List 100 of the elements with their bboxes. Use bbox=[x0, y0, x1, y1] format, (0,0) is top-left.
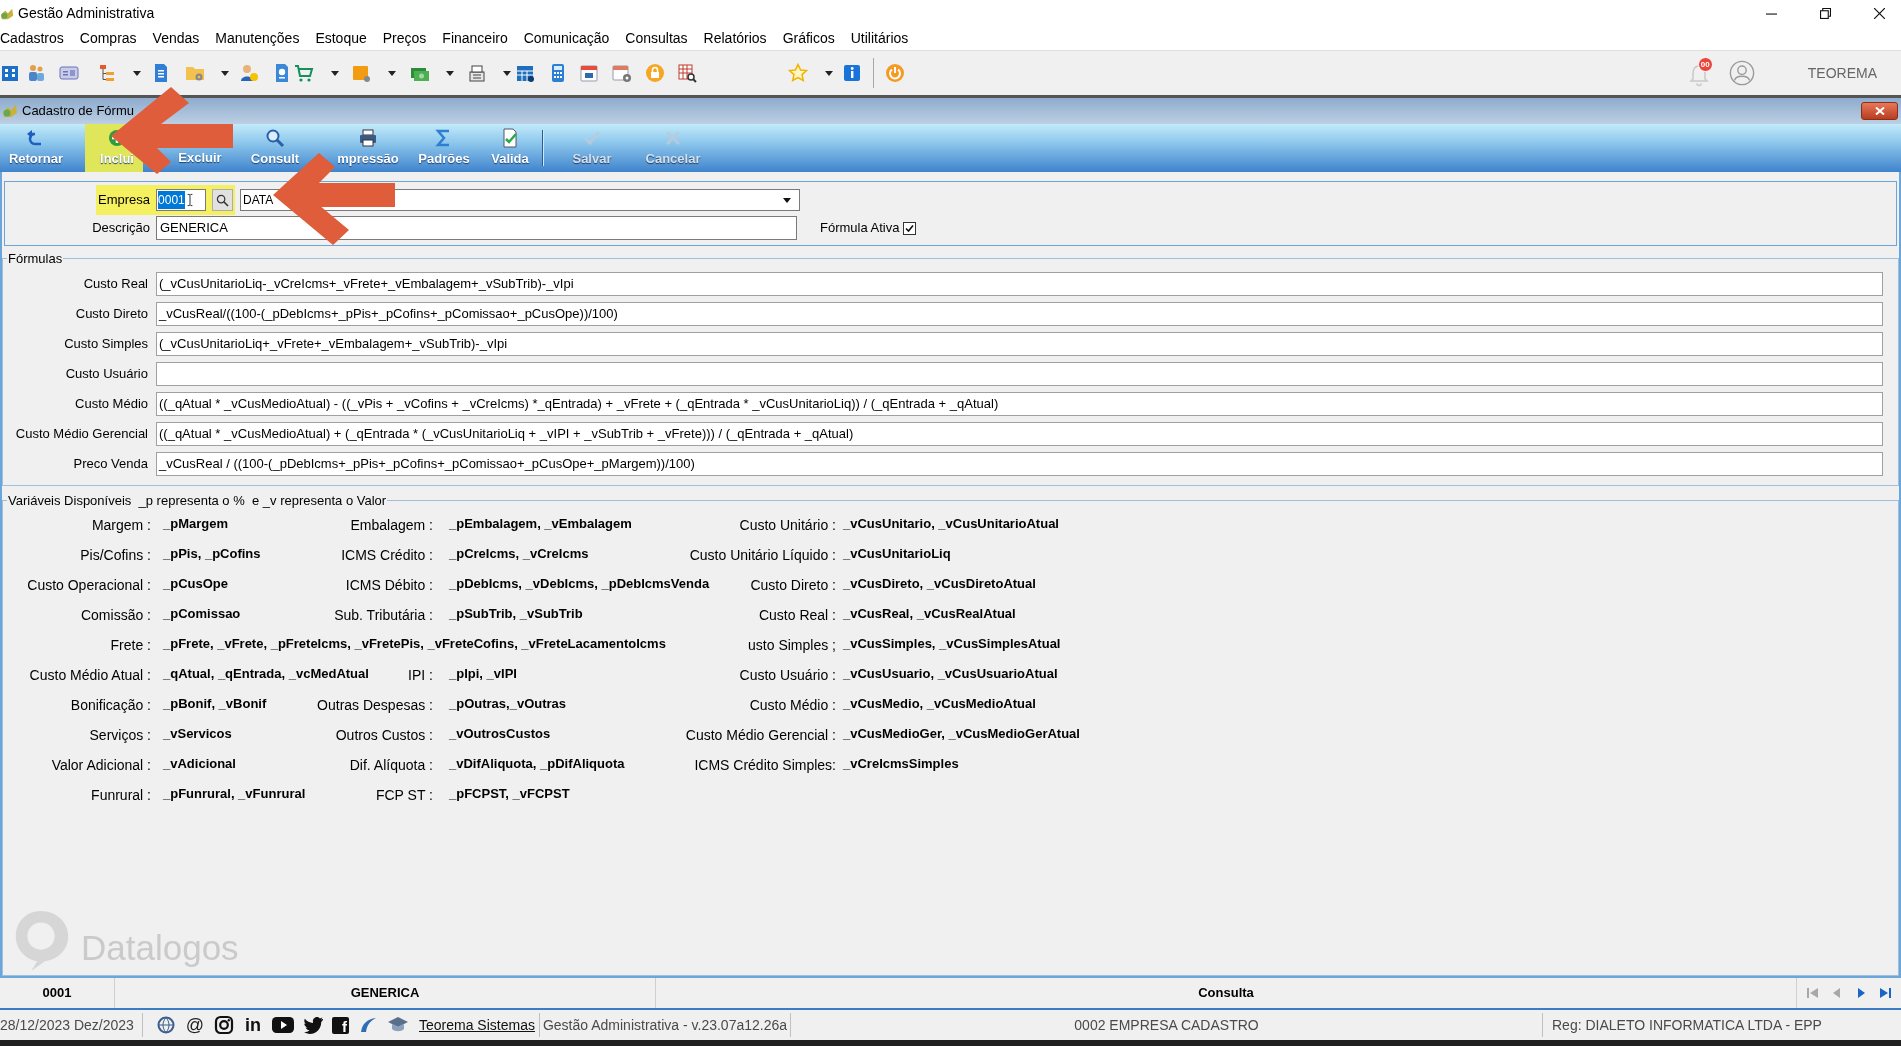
formula-field[interactable]: _vCusReal / ((100-(_pDebIcms+_pPis+_pCofins+_pComissao+_pCusOpe+_pMargem))/100) bbox=[156, 451, 1883, 476]
formula-field[interactable]: (_vCusUnitarioLiq+_vFrete+_vEmbalagem+_vSubTrib)-_vIpi bbox=[156, 331, 1883, 356]
menu-item[interactable]: Relatórios bbox=[703, 28, 767, 49]
close-button[interactable] bbox=[1861, 102, 1898, 120]
bell-icon[interactable] bbox=[1687, 64, 1710, 87]
printer-icon bbox=[358, 127, 378, 148]
menu-item[interactable]: Consultas bbox=[625, 28, 688, 49]
printer-icon[interactable] bbox=[467, 63, 487, 83]
variable-label: Sub. Tributária : bbox=[334, 605, 433, 625]
graduation-cap-icon[interactable] bbox=[387, 1016, 409, 1034]
variable-names: _pFrete, _vFrete, _pFreteIcms, _vFretePis, _vFreteCofins, _vFreteLacamentoIcms bbox=[163, 634, 666, 653]
calendar-gear-icon[interactable] bbox=[612, 63, 632, 83]
variable-names: _pDebIcms, _vDebIcms, _pDebIcmsVenda bbox=[449, 574, 710, 593]
group-label: Fórmulas bbox=[7, 250, 64, 268]
caret-icon[interactable] bbox=[825, 70, 833, 76]
mode-label: Consulta bbox=[1198, 984, 1254, 1003]
variable-names: _pFCPST, _vFCPST bbox=[449, 784, 570, 803]
company-link[interactable]: Teorema Sistemas bbox=[419, 1014, 535, 1036]
restore-icon[interactable] bbox=[1819, 8, 1831, 19]
caret-icon bbox=[783, 197, 792, 203]
menu-item[interactable]: Manutenções bbox=[215, 28, 300, 49]
building-icon[interactable] bbox=[0, 63, 20, 83]
variable-label: Margem : bbox=[91, 515, 151, 535]
variable-label: Frete : bbox=[110, 635, 151, 655]
cart-icon[interactable] bbox=[294, 63, 314, 83]
social-link[interactable]: f bbox=[332, 1016, 349, 1034]
calendar-icon[interactable] bbox=[579, 63, 599, 83]
close-icon bbox=[1874, 107, 1885, 115]
variable-label: Funrural : bbox=[91, 785, 151, 805]
variable-label: ICMS Crédito : bbox=[341, 545, 433, 565]
social-link[interactable]: @ bbox=[185, 1016, 205, 1034]
calendar-grid-icon[interactable] bbox=[515, 63, 535, 83]
variable-label: Custo Médio Gerencial : bbox=[685, 725, 836, 745]
box-icon[interactable] bbox=[351, 63, 371, 83]
person-icon[interactable] bbox=[239, 63, 259, 83]
form-title: Cadastro de Fórmu bbox=[22, 102, 134, 121]
variable-names: _vCusUsuario, _vCusUsuarioAtual bbox=[843, 664, 1058, 683]
org-chart-icon[interactable] bbox=[97, 63, 117, 83]
caret-icon[interactable] bbox=[331, 70, 339, 76]
swoosh-icon[interactable] bbox=[358, 1015, 378, 1035]
info-icon[interactable] bbox=[842, 63, 862, 83]
variable-names: _vCusUnitario, _vCusUnitarioAtual bbox=[843, 514, 1059, 533]
close-icon[interactable] bbox=[1873, 8, 1885, 19]
menu-item[interactable]: Cadastros bbox=[0, 28, 64, 49]
caret-icon[interactable] bbox=[388, 70, 396, 76]
variable-names: _vCusMedio, _vCusMedioAtual bbox=[843, 694, 1036, 713]
id-card-icon[interactable] bbox=[59, 63, 79, 83]
menu-item[interactable]: Compras bbox=[79, 28, 137, 49]
formula-field[interactable]: (_vCusUnitarioLiq-_vCreIcms+_vFrete+_vEmbalagem+_vSubTrib)-_vIpi bbox=[156, 271, 1883, 296]
variable-label: Dif. Alíquota : bbox=[349, 755, 433, 775]
globe-icon[interactable] bbox=[156, 1015, 176, 1035]
code-field[interactable]: 0001 bbox=[156, 189, 207, 211]
play-icon[interactable] bbox=[272, 1017, 294, 1033]
variable-label: Comissão : bbox=[80, 605, 151, 625]
text-field[interactable]: GENERICA bbox=[156, 216, 797, 240]
formula-field[interactable]: ((_qAtual * _vCusMedioAtual) + (_qEntrada * (_vCusUnitarioLiq + _vIPI + _vSubTrib + _vFrete))) / (_qEntrada + _qAtual) bbox=[156, 421, 1883, 446]
field-label: Preco Venda bbox=[73, 454, 148, 473]
menu-item[interactable]: Utilitários bbox=[850, 28, 909, 49]
variable-label: Custo Médio Atual : bbox=[29, 665, 151, 685]
social-link[interactable]: in bbox=[243, 1016, 263, 1034]
checkbox[interactable] bbox=[903, 221, 917, 235]
field-label: Custo Usuário bbox=[65, 364, 148, 383]
variable-label: Serviços : bbox=[89, 725, 151, 745]
menu-item[interactable]: Vendas bbox=[152, 28, 200, 49]
field-label: Custo Direto bbox=[75, 304, 148, 323]
formula-field[interactable] bbox=[156, 361, 1883, 386]
caret-icon[interactable] bbox=[133, 70, 141, 76]
variable-label: Custo Operacional : bbox=[27, 575, 151, 595]
variable-names: _vCreIcmsSimples bbox=[843, 754, 959, 773]
variable-label: Outros Custos : bbox=[335, 725, 433, 745]
menu-item[interactable]: Comunicação bbox=[523, 28, 610, 49]
search-button[interactable] bbox=[212, 189, 234, 211]
variable-label: Custo Direto : bbox=[750, 575, 836, 595]
table-search-icon[interactable] bbox=[677, 63, 697, 83]
last-record-icon[interactable] bbox=[1878, 986, 1892, 1000]
variable-names: _vDifAliquota, _pDifAliquota bbox=[449, 754, 625, 773]
formula-field[interactable]: _vCusReal/((100-(_pDebIcms+_pPis+_pCofins+_pComissao+_pCusOpe))/100) bbox=[156, 301, 1883, 326]
bird-icon[interactable] bbox=[303, 1016, 323, 1034]
record-code: 0001 bbox=[42, 984, 72, 1003]
variable-names: _pIpi, _vIPI bbox=[449, 664, 517, 683]
camera-icon[interactable] bbox=[214, 1015, 234, 1035]
menu-item[interactable]: Preços bbox=[382, 28, 427, 49]
caret-icon[interactable] bbox=[446, 70, 454, 76]
star-icon[interactable] bbox=[788, 63, 808, 83]
caret-icon[interactable] bbox=[503, 70, 511, 76]
caret-icon[interactable] bbox=[221, 70, 229, 76]
field-label: Custo Médio bbox=[75, 394, 148, 413]
menu-item[interactable]: Estoque bbox=[315, 28, 367, 49]
variable-label: Embalagem : bbox=[350, 515, 433, 535]
formula-field[interactable]: ((_qAtual * _vCusMedioAtual) - ((_vPis + _vCofins + _vCreIcms) *_qEntrada) + _vFrete + (_qEntrada * _vCusUnitarioLiq)) / (_qEntrada + _qAtual) bbox=[156, 391, 1883, 416]
variable-label: Outras Despesas : bbox=[317, 695, 433, 715]
variable-label: FCP ST : bbox=[375, 785, 433, 805]
variable-names: _pMargem bbox=[163, 514, 229, 533]
variable-label: ICMS Crédito Simples: bbox=[694, 755, 836, 775]
people-icon[interactable] bbox=[26, 63, 46, 83]
menu-item[interactable]: Gráficos bbox=[782, 28, 835, 49]
variable-label: usto Simples ; bbox=[748, 635, 836, 655]
menu-item[interactable]: Financeiro bbox=[442, 28, 508, 49]
variable-names: _pBonif, _vBonif bbox=[163, 694, 267, 713]
date-label: 28/12/2023 Dez/2023 bbox=[0, 1015, 134, 1035]
